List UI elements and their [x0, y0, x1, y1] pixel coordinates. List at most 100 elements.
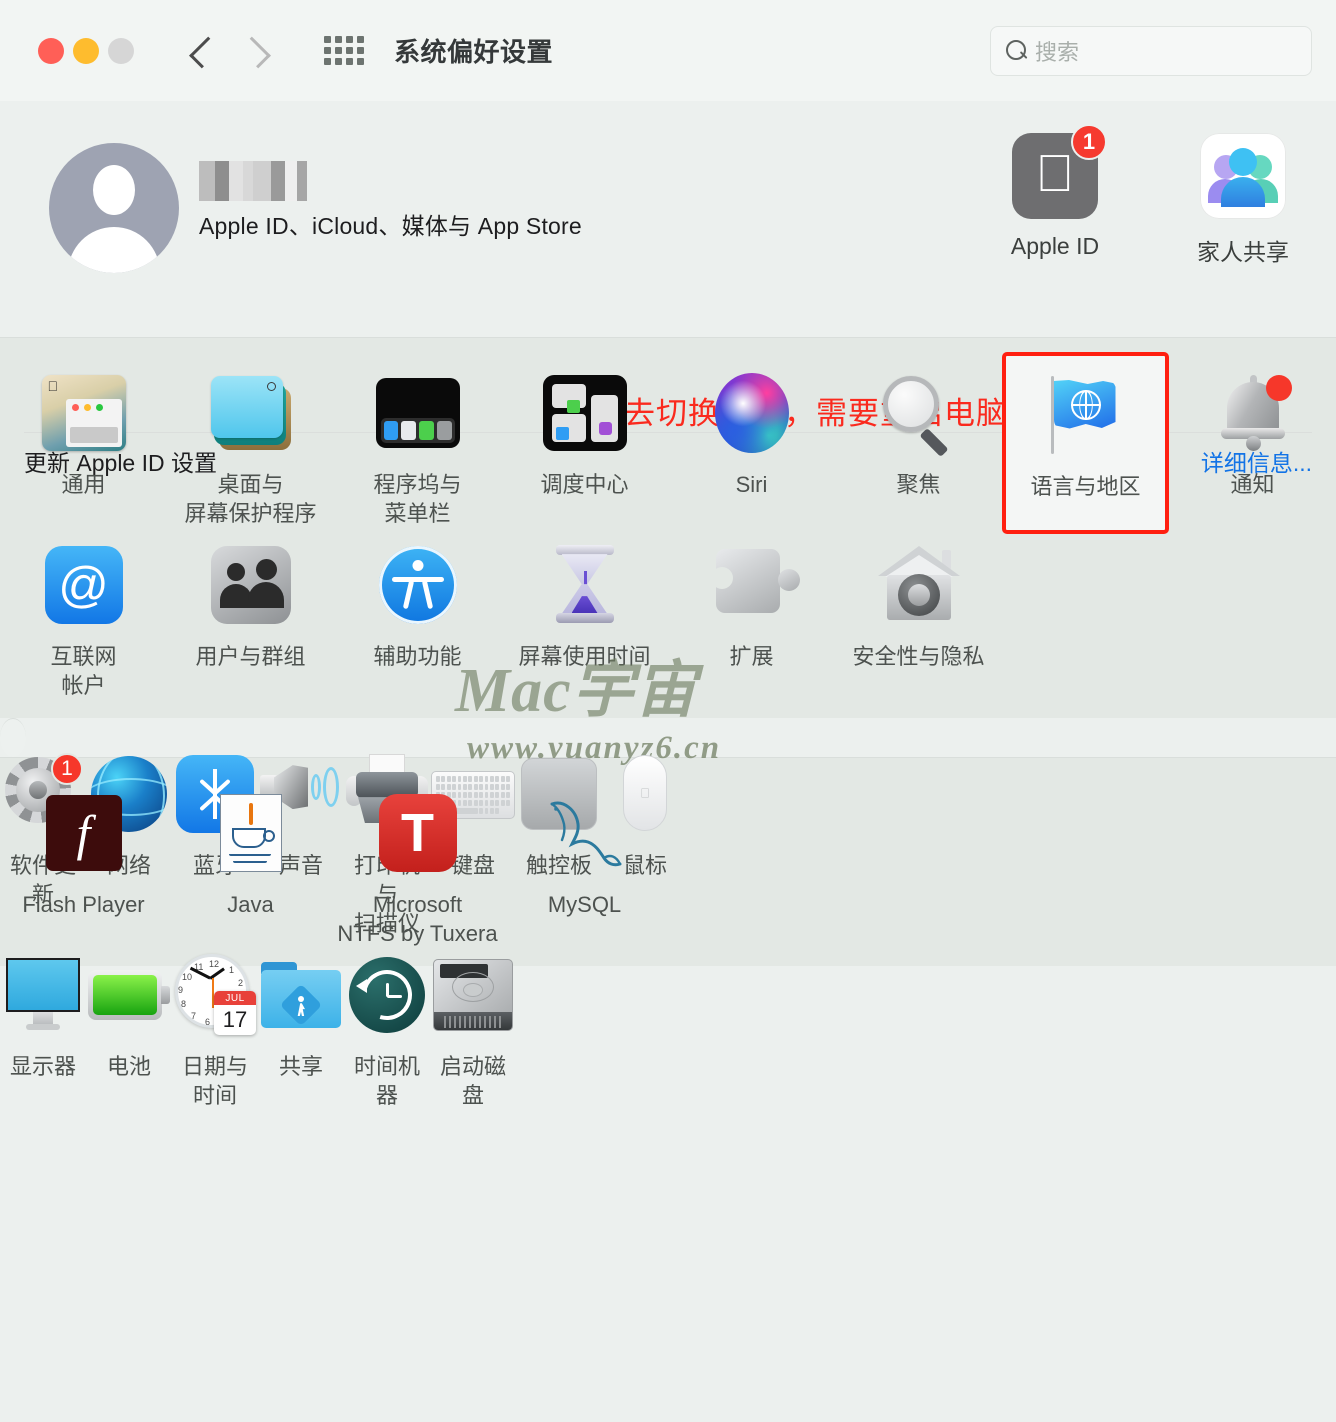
pref-pane-language-region[interactable]: 语言与地区 — [1002, 352, 1169, 535]
zoom-button[interactable] — [108, 37, 134, 64]
pref-pane-screen-time[interactable]: 屏幕使用时间 — [501, 530, 668, 700]
pref-pane-general[interactable]:  通用 — [0, 358, 167, 528]
desktop-screensaver-icon:  — [208, 370, 294, 456]
apple-id-hero: Apple ID、iCloud、媒体与 App Store  1 Apple … — [0, 101, 1336, 476]
tuxera-ntfs-icon: T — [375, 790, 461, 876]
minimize-button[interactable] — [73, 37, 99, 64]
displays-icon — [0, 952, 86, 1038]
pref-label: MySQL — [547, 892, 622, 918]
pref-pane-users-groups[interactable]: 用户与群组 — [167, 530, 334, 700]
pref-pane-extensions[interactable]: 扩展 — [668, 530, 835, 700]
apple-id-badge: 1 — [1071, 124, 1107, 160]
pref-label: Flash Player — [22, 892, 145, 918]
pref-label: 日期与时间 — [181, 1054, 248, 1109]
accessibility-icon — [375, 542, 461, 628]
pref-pane-startup-disk[interactable]: 启动磁盘 — [430, 940, 516, 1110]
pref-pane-accessibility[interactable]: 辅助功能 — [334, 530, 501, 700]
pref-label: 聚焦 — [896, 472, 941, 497]
avatar-body — [68, 227, 160, 273]
pref-label: 互联网 帐户 — [50, 644, 117, 699]
pref-label: 桌面与 屏幕保护程序 — [184, 472, 317, 527]
family-sharing-icon — [1200, 133, 1286, 219]
pref-label: 通用 — [61, 472, 106, 497]
pref-pane-internet-accounts[interactable]: @ 互联网 帐户 — [0, 530, 167, 700]
extensions-icon — [709, 542, 800, 628]
battery-icon — [86, 952, 172, 1038]
pref-pane-tuxera-ntfs[interactable]: T Microsoft NTFS by Tuxera — [334, 778, 501, 948]
screen-time-icon — [542, 542, 628, 628]
time-machine-icon — [344, 952, 430, 1038]
pref-label: 通知 — [1230, 472, 1275, 497]
preferences-grid: f Flash Player Java T Microsoft NTFS by … — [0, 778, 1336, 948]
mission-control-icon — [542, 370, 628, 456]
security-privacy-icon — [876, 542, 962, 628]
grid-filler — [1002, 778, 1169, 948]
grid-filler — [835, 778, 1002, 948]
pref-label: 语言与地区 — [1030, 474, 1141, 499]
avatar-head — [93, 165, 135, 215]
grid-filler — [1169, 778, 1336, 948]
preferences-group-third-party: f Flash Player Java T Microsoft NTFS by … — [0, 757, 1336, 967]
search-field[interactable]: 搜索 — [990, 26, 1312, 76]
apple-id-tile[interactable]:  1 Apple ID — [990, 124, 1120, 267]
pref-pane-date-time[interactable]: 12 1 2 3 4 5 6 7 8 9 10 11 J — [172, 940, 258, 1110]
pref-pane-mission-control[interactable]: 调度中心 — [501, 358, 668, 528]
pref-pane-notifications[interactable]: 通知 — [1169, 358, 1336, 528]
navigation-buttons — [192, 34, 268, 68]
dock-menubar-icon — [375, 370, 461, 456]
pref-label: 显示器 — [9, 1054, 76, 1080]
sharing-icon — [258, 952, 344, 1038]
flash-player-icon: f — [41, 790, 127, 876]
pref-pane-dock-menubar[interactable]: 程序坞与 菜单栏 — [334, 358, 501, 528]
pref-pane-flash-player[interactable]: f Flash Player — [0, 778, 167, 948]
apple-logo-icon:  1 — [1012, 124, 1107, 219]
java-icon — [208, 790, 294, 876]
apple-id-tile-label: Apple ID — [1010, 233, 1100, 259]
back-icon[interactable] — [192, 34, 214, 68]
close-button[interactable] — [38, 37, 64, 64]
pref-pane-battery[interactable]: 电池 — [86, 940, 172, 1110]
pref-label: 安全性与隐私 — [852, 644, 985, 670]
pref-label: 程序坞与 菜单栏 — [373, 472, 462, 527]
date-time-icon: 12 1 2 3 4 5 6 7 8 9 10 11 J — [172, 952, 258, 1038]
preferences-grid:  通用  桌面与 屏幕保护程序 — [0, 352, 1336, 700]
window-title: 系统偏好设置 — [394, 37, 554, 67]
pref-label: 电池 — [106, 1054, 151, 1080]
pref-pane-siri[interactable]: Siri — [668, 358, 835, 528]
calendar-day: 17 — [222, 1007, 248, 1033]
calendar-month: JUL — [214, 991, 256, 1006]
pref-pane-desktop-screensaver[interactable]:  桌面与 屏幕保护程序 — [167, 358, 334, 528]
preferences-group-hardware: 1 软件更新 网络 蓝牙 声音 打印 与 扫描仪 键盘 触控板 鼠标 显示器 电… — [0, 718, 667, 1108]
account-name-redacted — [199, 161, 307, 201]
pref-label: 调度中心 — [540, 472, 629, 497]
pref-pane-displays[interactable]: 显示器 — [0, 940, 86, 1110]
avatar[interactable] — [49, 143, 179, 273]
startup-disk-icon — [430, 952, 516, 1038]
pref-pane-time-machine[interactable]: 时间机器 — [344, 940, 430, 1110]
pref-label: 启动磁盘 — [439, 1054, 506, 1109]
apple-id-subtitle: Apple ID、iCloud、媒体与 App Store — [199, 213, 582, 239]
pref-pane-spotlight[interactable]: 聚焦 — [835, 358, 1002, 528]
pref-pane-security-privacy[interactable]: 安全性与隐私 — [835, 530, 1002, 700]
window-titlebar: 系统偏好设置 搜索 — [0, 0, 1336, 101]
system-preferences-window: 系统偏好设置 搜索 Apple ID、iCloud、媒体与 App Store — [0, 0, 1336, 1422]
family-sharing-tile[interactable]: 家人共享 — [1178, 133, 1308, 267]
grid-filler — [668, 778, 835, 948]
spotlight-icon — [876, 370, 962, 457]
language-region-icon — [1043, 372, 1129, 458]
pref-label: Siri — [735, 472, 768, 497]
pref-label: 扩展 — [729, 644, 774, 670]
apple-id-text-block: Apple ID、iCloud、媒体与 App Store — [199, 161, 582, 241]
pref-pane-java[interactable]: Java — [167, 778, 334, 948]
pref-pane-sharing[interactable]: 共享 — [258, 940, 344, 1110]
preferences-group-system:  通用  桌面与 屏幕保护程序 — [0, 337, 1336, 766]
notifications-icon — [1210, 370, 1296, 456]
forward-icon[interactable] — [246, 34, 268, 68]
pref-pane-mysql[interactable]: MySQL — [501, 778, 668, 948]
siri-icon — [709, 370, 795, 456]
search-icon — [1005, 40, 1027, 62]
mysql-icon — [542, 790, 628, 876]
show-all-grid-icon[interactable] — [324, 36, 364, 65]
internet-accounts-icon: @ — [41, 542, 127, 628]
family-sharing-tile-label: 家人共享 — [1197, 239, 1289, 265]
